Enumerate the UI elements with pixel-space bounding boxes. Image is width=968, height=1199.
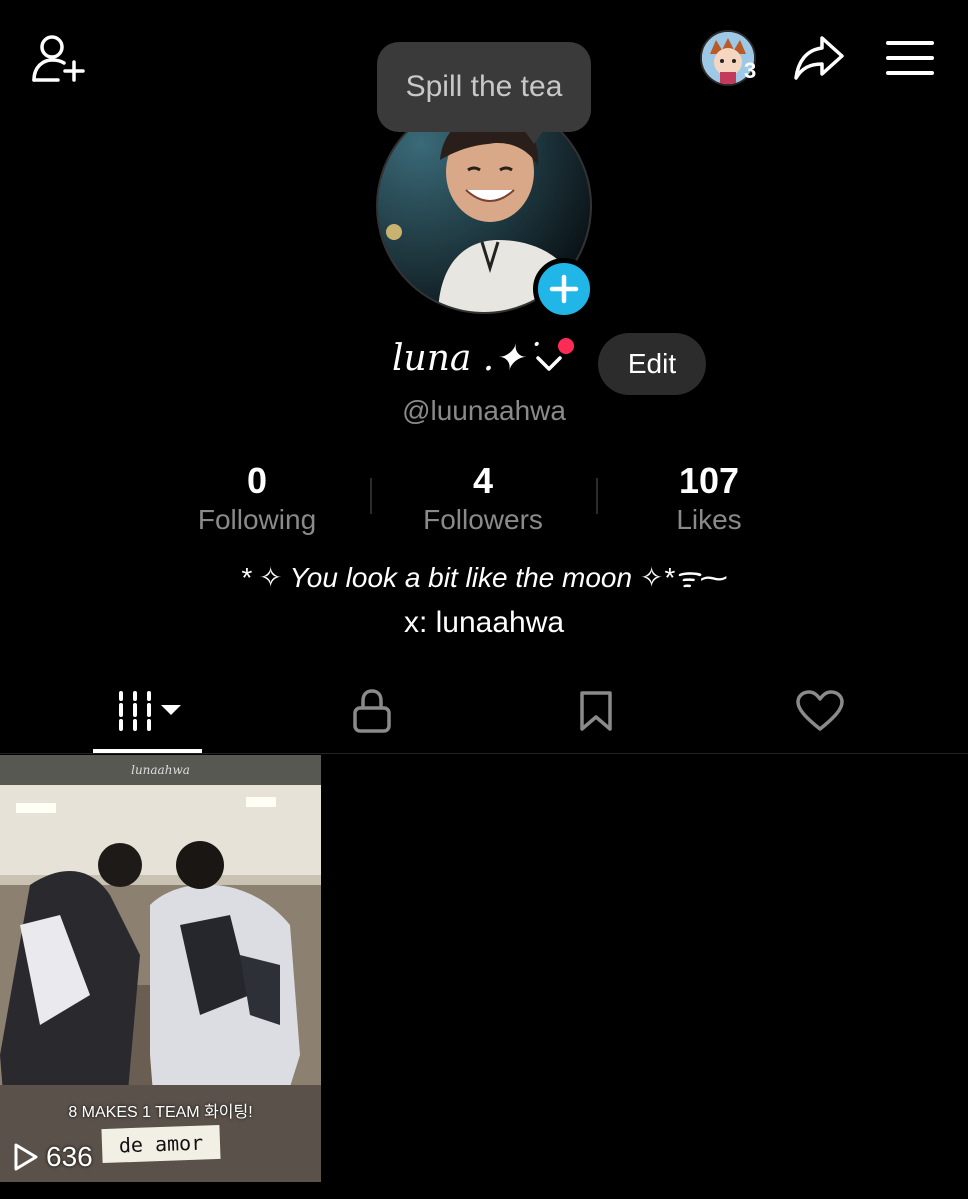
share-button[interactable]: [790, 32, 848, 84]
tab-videos[interactable]: [38, 676, 258, 746]
stat-following[interactable]: 0 Following: [147, 460, 367, 538]
friends-count-badge: 3: [744, 58, 757, 83]
stat-divider: [370, 478, 372, 514]
username-handle: @luunaahwa: [402, 395, 566, 426]
bio-text: * ✧ You look a bit like the moon ✧*ᯤ⁓: [240, 562, 728, 593]
stat-value: 0: [246, 460, 268, 501]
tab-divider: [0, 753, 968, 754]
bio-link[interactable]: x: lunaahwa: [0, 606, 968, 640]
thumbnail-sticker: de amor: [101, 1124, 221, 1164]
person-plus-icon: [32, 35, 85, 82]
stat-value: 107: [678, 460, 740, 501]
notification-dot: [558, 338, 574, 354]
bookmark-icon: [580, 691, 612, 731]
add-story-button[interactable]: [533, 258, 595, 320]
plus-icon: [549, 274, 579, 304]
hamburger-menu-icon: [886, 41, 934, 75]
stat-value: 4: [472, 460, 494, 501]
video-thumbnail[interactable]: lunaahwa 8 MAKES 1 TEAM 화이팅! de amor 636: [0, 755, 321, 1182]
stat-label: Followers: [423, 504, 543, 535]
play-count-value: 636: [46, 1141, 93, 1172]
add-friend-button[interactable]: [30, 32, 86, 84]
display-name: luna .✦˙: [392, 338, 543, 379]
menu-button[interactable]: [884, 36, 936, 80]
grid-bars-icon: [119, 691, 181, 731]
play-count: 636: [12, 1141, 93, 1173]
play-icon: [14, 1143, 38, 1171]
stat-label: Following: [197, 504, 317, 535]
tooltip-tail: [524, 130, 544, 144]
heart-icon: [796, 690, 844, 731]
account-switcher-button[interactable]: [534, 352, 564, 376]
tab-liked[interactable]: [710, 676, 930, 746]
edit-profile-button[interactable]: Edit: [598, 333, 706, 395]
thumbnail-watermark: lunaahwa: [131, 763, 190, 777]
share-arrow-icon: [794, 36, 844, 80]
lock-icon: [353, 689, 391, 733]
tooltip[interactable]: Spill the tea: [377, 42, 591, 132]
tooltip-text: Spill the tea: [405, 70, 563, 103]
chevron-down-icon: [536, 356, 562, 371]
thumbnail-caption: 8 MAKES 1 TEAM 화이팅!: [68, 1104, 253, 1121]
tab-saved[interactable]: [486, 676, 706, 746]
stat-likes[interactable]: 107 Likes: [599, 460, 819, 538]
tab-private[interactable]: [262, 676, 482, 746]
stat-followers[interactable]: 4 Followers: [373, 460, 593, 538]
stat-divider: [596, 478, 598, 514]
stat-label: Likes: [676, 504, 742, 535]
